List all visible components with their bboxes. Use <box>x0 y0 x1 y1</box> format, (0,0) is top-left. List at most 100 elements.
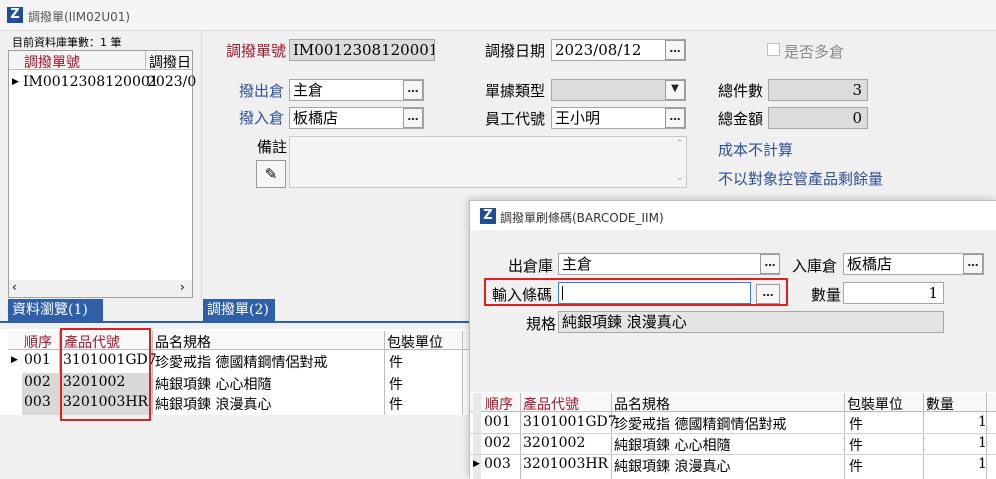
row-pointer-icon: ▶ <box>11 355 18 365</box>
dialog-row-code[interactable]: 3201002 <box>523 435 585 451</box>
table-row-seq[interactable]: 001 <box>24 352 51 368</box>
browse-hscrollbar[interactable]: ‹ › <box>9 280 192 297</box>
browse-row-date[interactable]: 2023/0 <box>147 74 196 90</box>
dialog-row-unit[interactable]: 件 <box>849 435 863 455</box>
dialog-row-name[interactable]: 純銀項鍊 心心相隨 <box>614 435 730 455</box>
dialog-row-unit[interactable]: 件 <box>849 456 863 476</box>
note-edit-icon[interactable]: ✎ <box>256 160 286 188</box>
note-label: 備註 <box>257 138 288 156</box>
dialog-in-warehouse-label: 入庫倉 <box>792 257 838 275</box>
note-field[interactable]: ⌃ ⌄ <box>289 136 687 188</box>
dialog-detail-grid[interactable]: 順序 產品代號 品名規格 包裝單位 數量 001 3101001GD7 珍愛戒指… <box>470 392 996 479</box>
dialog-spec-label: 規格 <box>526 315 557 333</box>
code-column-highlight <box>60 328 151 421</box>
dialog-qty-field[interactable]: 1 <box>843 282 944 304</box>
barcode-dialog: Z 調撥單刷條碼(BARCODE_IIM) 出倉庫 主倉 … 入庫倉 板橋店 …… <box>469 200 996 479</box>
total-qty-label: 總件數 <box>718 82 764 100</box>
dialog-qty-label: 數量 <box>811 286 842 304</box>
col-divider <box>145 51 146 70</box>
date-picker-button[interactable]: … <box>665 40 685 60</box>
table-row-unit[interactable]: 件 <box>389 352 403 372</box>
dialog-in-warehouse-lookup-button[interactable]: … <box>963 254 983 274</box>
tab-transfer[interactable]: 調撥單(2) <box>203 299 275 321</box>
col-divider <box>520 393 521 479</box>
total-qty-field[interactable]: 3 <box>768 79 868 101</box>
dialog-row-seq[interactable]: 002 <box>484 435 511 451</box>
dialog-row-name[interactable]: 純銀項鍊 浪漫真心 <box>614 456 730 476</box>
multi-warehouse-checkbox[interactable] <box>767 43 780 56</box>
title-bar: Z 調撥單(IIM02U01) <box>0 0 996 31</box>
transfer-no-field[interactable]: IM0012308120001 <box>289 39 435 61</box>
transfer-no-label: 調撥單號 <box>226 42 287 60</box>
browse-row-no[interactable]: IM0012308120001 <box>23 74 159 90</box>
in-warehouse-label: 撥入倉 <box>239 109 285 127</box>
in-warehouse-lookup-button[interactable]: … <box>403 108 423 128</box>
tab-browse[interactable]: 資料瀏覽(1) <box>8 299 103 321</box>
barcode-input[interactable] <box>558 282 751 304</box>
detail-col-name[interactable]: 品名規格 <box>155 332 211 352</box>
table-row-unit[interactable]: 件 <box>389 374 403 394</box>
dialog-spec-field[interactable]: 純銀項鍊 浪漫真心 <box>558 311 944 333</box>
dialog-row-name[interactable]: 珍愛戒指 德國精鋼情侶對戒 <box>614 414 786 434</box>
barcode-label: 輸入條碼 <box>492 286 553 304</box>
window-title: 調撥單(IIM02U01) <box>28 10 131 24</box>
table-row-name[interactable]: 純銀項鍊 浪漫真心 <box>155 394 271 414</box>
dialog-col-qty[interactable]: 數量 <box>926 394 954 414</box>
col-divider <box>384 331 385 415</box>
row-pointer-icon: ▶ <box>473 459 480 469</box>
table-row-name[interactable]: 珍愛戒指 德國精鋼情侶對戒 <box>155 352 327 372</box>
dialog-row-code[interactable]: 3101001GD7 <box>523 414 617 430</box>
detail-col-unit[interactable]: 包裝單位 <box>387 332 443 352</box>
browse-col-no[interactable]: 調撥單號 <box>24 52 80 72</box>
col-divider <box>152 331 153 415</box>
dropdown-arrow-icon[interactable]: ▼ <box>665 80 685 100</box>
table-row-unit[interactable]: 件 <box>389 394 403 414</box>
table-row-name[interactable]: 純銀項鍊 心心相隨 <box>155 374 271 394</box>
dialog-row-seq[interactable]: 001 <box>484 414 511 430</box>
dialog-row-seq[interactable]: 003 <box>484 456 511 472</box>
main-window: Z 調撥單(IIM02U01) 目前資料庫筆數：1 筆 調撥單號 調撥日 ▶ I… <box>0 0 996 479</box>
browse-grid[interactable]: 調撥單號 調撥日 ▶ IM0012308120001 2023/0 ‹ › <box>8 50 196 298</box>
barcode-lookup-button[interactable]: … <box>756 284 780 304</box>
doc-type-label: 單據類型 <box>485 82 546 100</box>
scroll-up-icon[interactable]: ⌃ <box>676 139 684 149</box>
out-warehouse-label: 撥出倉 <box>239 82 285 100</box>
dialog-row-qty[interactable]: 1 <box>978 456 987 472</box>
dialog-col-code[interactable]: 產品代號 <box>523 394 579 414</box>
dialog-col-seq[interactable]: 順序 <box>485 394 513 414</box>
table-row-seq[interactable]: 002 <box>24 374 51 390</box>
dialog-col-name[interactable]: 品名規格 <box>614 394 670 414</box>
cost-note-text: 成本不計算 <box>718 141 794 159</box>
browse-panel: 目前資料庫筆數：1 筆 調撥單號 調撥日 ▶ IM0012308120001 2… <box>0 31 201 299</box>
row-pointer-icon: ▶ <box>12 77 19 87</box>
table-row-seq[interactable]: 003 <box>24 394 51 410</box>
scroll-right-icon[interactable]: › <box>180 280 185 294</box>
detail-col-seq[interactable]: 順序 <box>24 332 52 352</box>
multi-warehouse-label: 是否多倉 <box>784 43 845 61</box>
dialog-col-unit[interactable]: 包裝單位 <box>847 394 903 414</box>
scroll-down-icon[interactable]: ⌄ <box>676 173 684 183</box>
dialog-row-qty[interactable]: 1 <box>978 414 987 430</box>
app-logo-icon: Z <box>480 208 496 224</box>
stock-control-text: 不以對象控管產品剩餘量 <box>718 170 884 188</box>
row-divider <box>470 433 996 434</box>
scroll-left-icon[interactable]: ‹ <box>12 280 17 294</box>
text-cursor <box>562 286 563 300</box>
transfer-date-label: 調撥日期 <box>485 42 546 60</box>
col-divider <box>462 331 463 415</box>
dialog-row-qty[interactable]: 1 <box>978 435 987 451</box>
out-warehouse-lookup-button[interactable]: … <box>403 80 423 100</box>
total-amount-field[interactable]: 0 <box>768 107 868 129</box>
col-divider <box>923 393 924 479</box>
dialog-out-warehouse-label: 出倉庫 <box>508 257 554 275</box>
dialog-title: 調撥單刷條碼(BARCODE_IIM) <box>500 211 664 225</box>
dialog-title-bar: Z 調撥單刷條碼(BARCODE_IIM) <box>470 201 996 230</box>
browse-col-date[interactable]: 調撥日 <box>149 52 191 72</box>
dialog-row-unit[interactable]: 件 <box>849 414 863 434</box>
employee-lookup-button[interactable]: … <box>665 108 685 128</box>
dialog-out-warehouse-lookup-button[interactable]: … <box>760 254 780 274</box>
dialog-out-warehouse-field[interactable]: 主倉 <box>558 253 780 275</box>
dialog-row-code[interactable]: 3201003HR <box>523 456 608 472</box>
detail-grid[interactable]: 順序 產品代號 品名規格 包裝單位 ▶ 001 3101001GD7 珍愛戒指 … <box>0 328 470 421</box>
total-amount-label: 總金額 <box>718 110 764 128</box>
